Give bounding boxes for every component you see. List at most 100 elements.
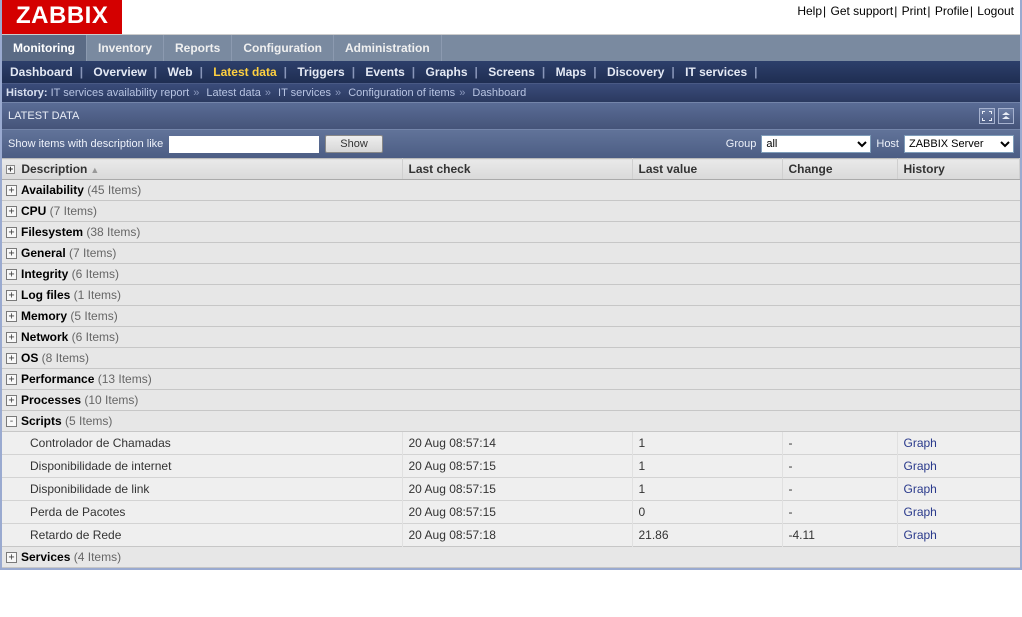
group-name: Processes — [21, 393, 81, 407]
show-button[interactable]: Show — [325, 135, 383, 153]
tab-reports[interactable]: Reports — [164, 35, 232, 61]
group-row[interactable]: + Processes (10 Items) — [2, 390, 1020, 411]
cell-description: Retardo de Rede — [2, 524, 402, 547]
group-name: Integrity — [21, 267, 68, 281]
group-count: (5 Items) — [62, 414, 113, 428]
expand-icon[interactable]: + — [6, 290, 17, 301]
tab-administration[interactable]: Administration — [334, 35, 442, 61]
expand-icon[interactable]: + — [6, 227, 17, 238]
host-label: Host — [876, 138, 899, 150]
link-print[interactable]: Print — [902, 4, 927, 18]
expand-all-icon[interactable]: + — [6, 165, 15, 174]
group-name: General — [21, 246, 66, 260]
group-row[interactable]: +CPU (7 Items) — [2, 201, 1020, 222]
group-row[interactable]: +Filesystem (38 Items) — [2, 222, 1020, 243]
group-row[interactable]: +Availability (45 Items) — [2, 180, 1020, 201]
group-name: Services — [21, 550, 70, 564]
expand-icon[interactable]: + — [6, 206, 17, 217]
group-row[interactable]: +Memory (5 Items) — [2, 306, 1020, 327]
expand-icon[interactable]: + — [6, 248, 17, 259]
group-count: (45 Items) — [84, 183, 141, 197]
cell-change: - — [782, 432, 897, 455]
header-row: ZABBIX Help| Get support| Print| Profile… — [2, 0, 1020, 35]
group-row[interactable]: +OS (8 Items) — [2, 348, 1020, 369]
link-get-support[interactable]: Get support — [830, 4, 893, 18]
link-profile[interactable]: Profile — [935, 4, 969, 18]
subtab-latest-data[interactable]: Latest data — [213, 65, 276, 79]
col-header-change[interactable]: Change — [782, 159, 897, 180]
history-link[interactable]: Graph — [904, 528, 937, 542]
col-header-last-value[interactable]: Last value — [632, 159, 782, 180]
history-link[interactable]: Graph — [904, 505, 937, 519]
expand-icon[interactable]: + — [6, 332, 17, 343]
expand-icon[interactable]: + — [6, 269, 17, 280]
history-link[interactable]: Graph — [904, 482, 937, 496]
cell-description: Disponibilidade de link — [2, 478, 402, 501]
cell-description: Perda de Pacotes — [2, 501, 402, 524]
subtab-triggers[interactable]: Triggers — [297, 65, 344, 79]
group-row[interactable]: + Performance (13 Items) — [2, 369, 1020, 390]
cell-last-check: 20 Aug 08:57:15 — [402, 455, 632, 478]
cell-history: Graph — [897, 455, 1020, 478]
subtab-maps[interactable]: Maps — [556, 65, 587, 79]
subtab-overview[interactable]: Overview — [93, 65, 146, 79]
subtab-discovery[interactable]: Discovery — [607, 65, 664, 79]
collapse-up-icon[interactable] — [998, 108, 1014, 124]
tab-inventory[interactable]: Inventory — [87, 35, 164, 61]
group-name: Performance — [21, 372, 94, 386]
col-header-history[interactable]: History — [897, 159, 1020, 180]
subtab-dashboard[interactable]: Dashboard — [10, 65, 73, 79]
expand-icon[interactable]: + — [6, 552, 17, 563]
group-name: Filesystem — [21, 225, 83, 239]
group-row[interactable]: + Integrity (6 Items) — [2, 264, 1020, 285]
subtab-graphs[interactable]: Graphs — [425, 65, 467, 79]
history-item[interactable]: IT services availability report — [51, 87, 190, 99]
expand-icon[interactable]: + — [6, 374, 17, 385]
cell-last-value: 1 — [632, 432, 782, 455]
subtab-it-services[interactable]: IT services — [685, 65, 747, 79]
group-select[interactable]: all — [761, 135, 871, 153]
fullscreen-icon[interactable] — [979, 108, 995, 124]
col-header-last-check[interactable]: Last check — [402, 159, 632, 180]
group-count: (4 Items) — [70, 550, 121, 564]
subtab-web[interactable]: Web — [167, 65, 192, 79]
subtab-screens[interactable]: Screens — [488, 65, 535, 79]
history-item[interactable]: Latest data — [206, 87, 260, 99]
group-name: OS — [21, 351, 38, 365]
history-link[interactable]: Graph — [904, 459, 937, 473]
expand-icon[interactable]: + — [6, 353, 17, 364]
tab-configuration[interactable]: Configuration — [232, 35, 334, 61]
tab-monitoring[interactable]: Monitoring — [2, 35, 87, 61]
group-count: (5 Items) — [67, 309, 118, 323]
cell-last-check: 20 Aug 08:57:15 — [402, 501, 632, 524]
group-row[interactable]: + Services (4 Items) — [2, 547, 1020, 568]
cell-last-value: 21.86 — [632, 524, 782, 547]
expand-icon[interactable]: + — [6, 185, 17, 196]
collapse-icon[interactable]: - — [6, 416, 17, 427]
sort-asc-icon: ▲ — [87, 165, 99, 175]
host-select[interactable]: ZABBIX Server — [904, 135, 1014, 153]
group-count: (10 Items) — [81, 393, 138, 407]
group-row[interactable]: +General (7 Items) — [2, 243, 1020, 264]
table-row: Disponibilidade de internet20 Aug 08:57:… — [2, 455, 1020, 478]
filter-desc-input[interactable] — [169, 136, 319, 153]
group-count: (13 Items) — [94, 372, 151, 386]
history-item[interactable]: IT services — [278, 87, 331, 99]
history-link[interactable]: Graph — [904, 436, 937, 450]
history-item[interactable]: Dashboard — [472, 87, 526, 99]
group-count: (6 Items) — [68, 330, 119, 344]
col-header-description[interactable]: + Description▲ — [2, 159, 402, 180]
history-item[interactable]: Configuration of items — [348, 87, 455, 99]
table-row: Retardo de Rede20 Aug 08:57:1821.86-4.11… — [2, 524, 1020, 547]
link-help[interactable]: Help — [797, 4, 822, 18]
group-row[interactable]: -Scripts (5 Items) — [2, 411, 1020, 432]
expand-icon[interactable]: + — [6, 311, 17, 322]
link-logout[interactable]: Logout — [977, 4, 1014, 18]
cell-description: Controlador de Chamadas — [2, 432, 402, 455]
group-row[interactable]: +Log files (1 Items) — [2, 285, 1020, 306]
group-count: (6 Items) — [68, 267, 119, 281]
group-count: (7 Items) — [46, 204, 97, 218]
expand-icon[interactable]: + — [6, 395, 17, 406]
subtab-events[interactable]: Events — [365, 65, 404, 79]
group-row[interactable]: +Network (6 Items) — [2, 327, 1020, 348]
